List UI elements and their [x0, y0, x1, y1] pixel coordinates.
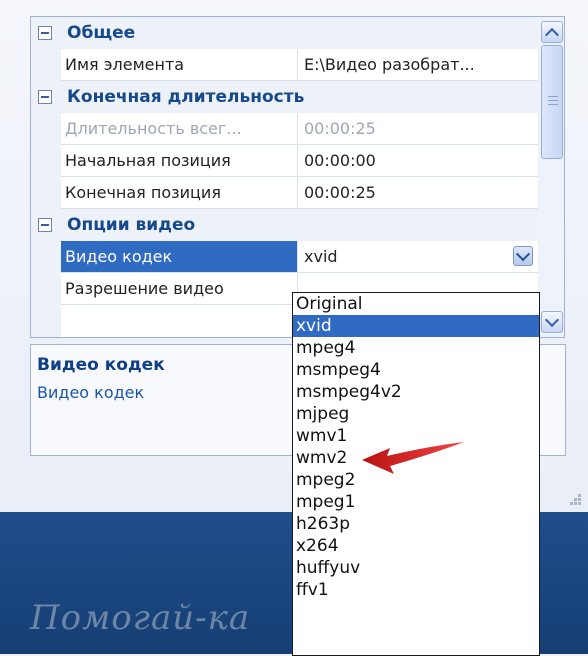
property-value: 00:00:00	[304, 151, 376, 170]
dropdown-option[interactable]: mpeg1	[293, 491, 539, 513]
dropdown-option[interactable]: ffv1	[293, 579, 539, 601]
dropdown-option[interactable]: msmpeg4	[293, 359, 539, 381]
collapse-icon[interactable]	[38, 26, 52, 40]
option-label: wmv2	[296, 448, 348, 468]
property-row-video-codec[interactable]: Видео кодек xvid	[31, 241, 539, 273]
property-value: 00:00:25	[304, 119, 376, 138]
dropdown-option[interactable]: Original	[293, 293, 539, 315]
property-name: Видео кодек	[65, 247, 173, 266]
description-text: Видео кодек	[37, 383, 145, 402]
option-label: huffyuv	[296, 558, 361, 578]
option-label: ffv1	[296, 580, 329, 600]
collapse-icon[interactable]	[38, 218, 52, 232]
chevron-down-icon[interactable]	[541, 311, 563, 333]
red-arrow-icon	[362, 442, 464, 474]
property-value-cell[interactable]: E:\Видео разобрат...	[298, 49, 539, 81]
property-value: 00:00:25	[304, 183, 376, 202]
property-name-cell[interactable]: Начальная позиция	[61, 145, 298, 177]
property-value: E:\Видео разобрат...	[304, 55, 475, 74]
category-label: Опции видео	[67, 215, 196, 235]
property-name: Длительность всег...	[65, 119, 242, 138]
option-label: mpeg4	[296, 338, 356, 358]
option-label: msmpeg4v2	[296, 382, 402, 402]
property-row-total-duration[interactable]: Длительность всег... 00:00:25	[31, 113, 539, 145]
option-label: mpeg1	[296, 492, 356, 512]
category-label: Конечная длительность	[67, 87, 305, 107]
dropdown-option-selected[interactable]: xvid	[293, 315, 539, 337]
category-label: Общее	[67, 23, 136, 43]
category-general[interactable]: Общее	[31, 17, 539, 49]
property-name-cell[interactable]: Конечная позиция	[61, 177, 298, 209]
video-codec-combobox[interactable]: xvid	[298, 241, 539, 273]
vertical-scrollbar[interactable]	[538, 16, 565, 338]
property-name-cell[interactable]: Имя элемента	[61, 49, 298, 81]
property-name: Конечная позиция	[65, 183, 221, 202]
property-value: xvid	[304, 247, 338, 266]
dropdown-option[interactable]: mjpeg	[293, 403, 539, 425]
property-name: Имя элемента	[65, 55, 185, 74]
property-row-start-position[interactable]: Начальная позиция 00:00:00	[31, 145, 539, 177]
option-label: wmv1	[296, 426, 348, 446]
property-row-element-name[interactable]: Имя элемента E:\Видео разобрат...	[31, 49, 539, 81]
option-label: xvid	[296, 316, 332, 336]
property-name-cell[interactable]: Разрешение видео	[61, 273, 298, 305]
dropdown-option[interactable]: msmpeg4v2	[293, 381, 539, 403]
category-end-duration[interactable]: Конечная длительность	[31, 81, 539, 113]
property-name-cell[interactable]: Длительность всег...	[61, 113, 298, 145]
watermark-text: Помогай-ка	[30, 598, 251, 638]
option-label: h263p	[296, 514, 351, 534]
option-label: mjpeg	[296, 404, 350, 424]
option-label: mpeg2	[296, 470, 356, 490]
property-grid: Общее Имя элемента E:\Видео разобрат... …	[30, 16, 539, 338]
property-row-end-position[interactable]: Конечная позиция 00:00:25	[31, 177, 539, 209]
dropdown-option[interactable]: x264	[293, 535, 539, 557]
scrollbar-thumb[interactable]	[541, 45, 563, 159]
description-title: Видео кодек	[37, 355, 165, 375]
dropdown-option[interactable]: mpeg4	[293, 337, 539, 359]
dropdown-option[interactable]: h263p	[293, 513, 539, 535]
option-label: msmpeg4	[296, 360, 381, 380]
option-label: Original	[296, 294, 363, 314]
chevron-down-icon[interactable]	[513, 246, 533, 266]
category-video-options[interactable]: Опции видео	[31, 209, 539, 241]
resize-grip[interactable]	[566, 492, 584, 510]
property-value-cell[interactable]: 00:00:25	[298, 177, 539, 209]
property-name: Начальная позиция	[65, 151, 231, 170]
property-name: Разрешение видео	[65, 279, 224, 298]
property-value-cell[interactable]: 00:00:25	[298, 113, 539, 145]
property-name-cell[interactable]: Видео кодек	[61, 241, 298, 273]
dropdown-option[interactable]: huffyuv	[293, 557, 539, 579]
chevron-up-icon[interactable]	[541, 21, 563, 43]
option-label: x264	[296, 536, 339, 556]
property-value-cell[interactable]: 00:00:00	[298, 145, 539, 177]
collapse-icon[interactable]	[38, 90, 52, 104]
